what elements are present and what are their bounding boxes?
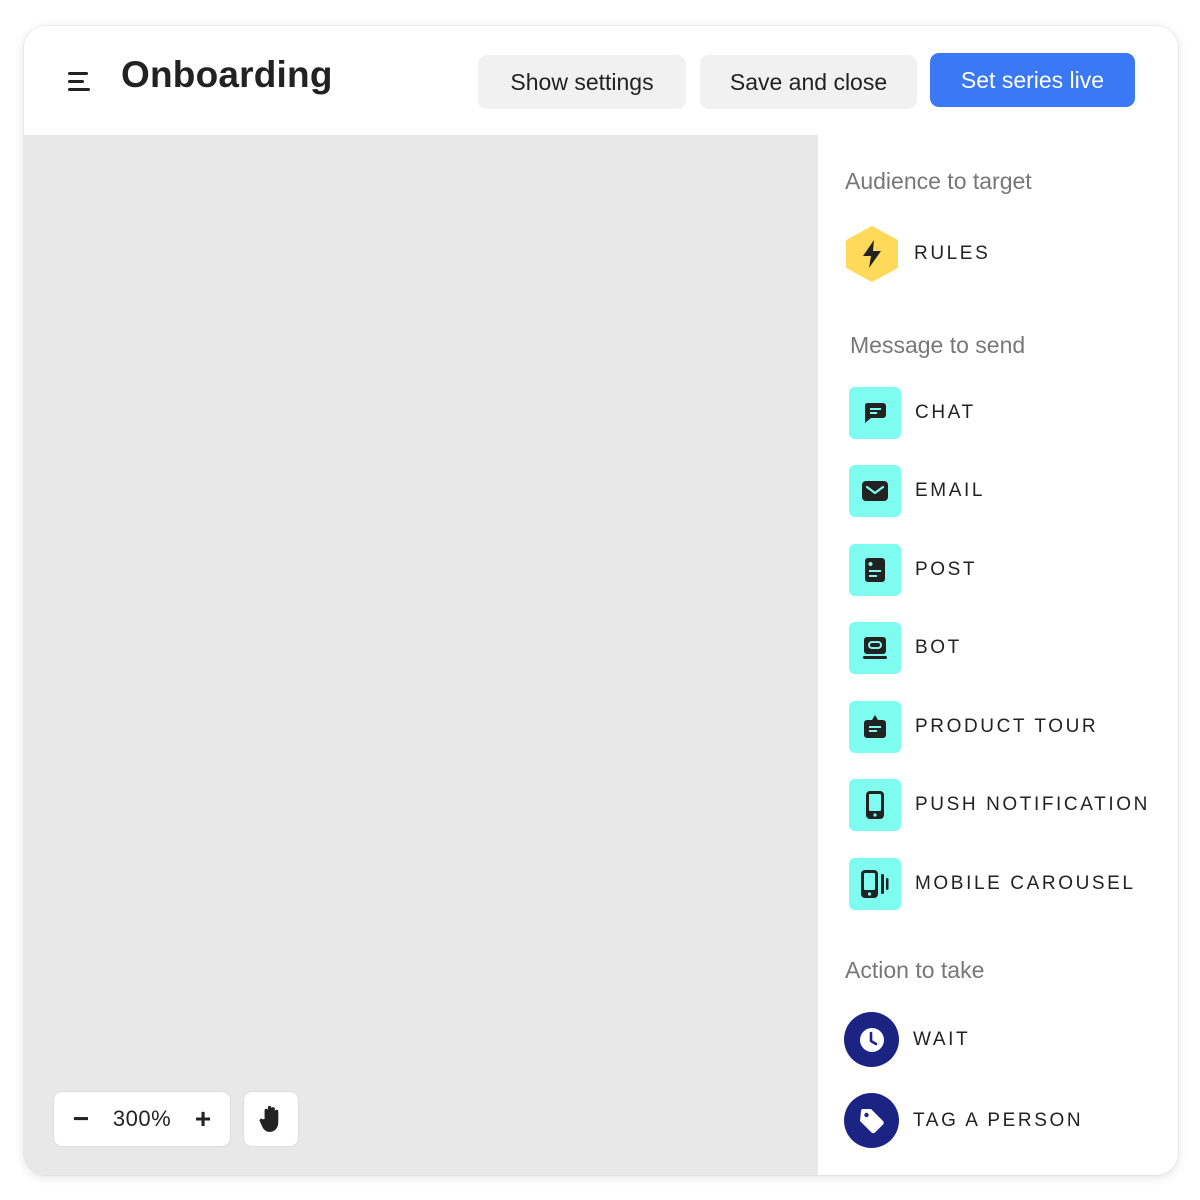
- canvas-area[interactable]: − 300% +: [24, 135, 818, 1175]
- lightning-bolt-icon: [863, 240, 881, 268]
- push-notification-tile: [849, 779, 901, 831]
- item-label: EMAIL: [915, 480, 986, 501]
- bot-icon: [863, 637, 887, 659]
- mobile-carousel-tile: [849, 858, 901, 910]
- save-and-close-button[interactable]: Save and close: [700, 55, 917, 109]
- post-icon: [865, 558, 885, 582]
- mobile-carousel-icon: [861, 870, 889, 898]
- audience-section-title: Audience to target: [845, 168, 1032, 194]
- envelope-icon: [862, 481, 888, 501]
- item-label: POST: [915, 559, 978, 580]
- item-rules[interactable]: RULES: [844, 224, 990, 284]
- item-bot[interactable]: BOT: [849, 622, 962, 674]
- action-section-title: Action to take: [845, 957, 985, 983]
- product-tour-icon: [864, 715, 886, 738]
- sidebar: Audience to target RULES Message to send: [818, 135, 1178, 1175]
- bot-tile: [849, 622, 901, 674]
- app-window: Onboarding Show settings Save and close …: [24, 26, 1178, 1175]
- chat-tile: [849, 387, 901, 439]
- rules-tile: [844, 224, 900, 284]
- item-label: WAIT: [913, 1028, 971, 1050]
- product-tour-tile: [849, 701, 901, 753]
- page-title: Onboarding: [121, 54, 333, 95]
- header: Onboarding Show settings Save and close …: [24, 26, 1178, 135]
- item-label: PRODUCT TOUR: [915, 716, 1099, 737]
- item-label: PUSH NOTIFICATION: [915, 794, 1150, 815]
- item-push-notification[interactable]: PUSH NOTIFICATION: [849, 779, 1150, 831]
- item-label: BOT: [915, 637, 962, 658]
- tag-tile: [844, 1093, 899, 1148]
- hand-pan-icon: [259, 1106, 279, 1132]
- item-label: RULES: [914, 243, 991, 264]
- item-mobile-carousel[interactable]: MOBILE CAROUSEL: [849, 858, 1136, 910]
- pan-tool-button[interactable]: [244, 1092, 298, 1146]
- post-tile: [849, 544, 901, 596]
- mobile-phone-icon: [866, 791, 884, 819]
- item-label: MOBILE CAROUSEL: [915, 873, 1136, 894]
- item-email[interactable]: EMAIL: [849, 465, 985, 517]
- wait-tile: [844, 1012, 899, 1067]
- item-post[interactable]: POST: [849, 544, 977, 596]
- email-tile: [849, 465, 901, 517]
- message-section-title: Message to send: [850, 332, 1026, 358]
- item-tag-a-person[interactable]: TAG A PERSON: [844, 1093, 1083, 1148]
- item-label: CHAT: [915, 402, 976, 423]
- clock-icon: [859, 1027, 884, 1052]
- chat-bubble-icon: [864, 403, 886, 423]
- show-settings-button[interactable]: Show settings: [478, 55, 686, 109]
- item-chat[interactable]: CHAT: [849, 387, 976, 439]
- zoom-out-button[interactable]: −: [70, 1105, 92, 1133]
- item-label: TAG A PERSON: [913, 1109, 1084, 1131]
- item-product-tour[interactable]: PRODUCT TOUR: [849, 701, 1098, 753]
- zoom-in-button[interactable]: +: [192, 1105, 214, 1133]
- zoom-level: 300%: [112, 1106, 172, 1131]
- set-series-live-button[interactable]: Set series live: [930, 53, 1135, 107]
- menu-button[interactable]: [64, 66, 94, 96]
- zoom-control: − 300% +: [54, 1092, 230, 1146]
- tag-icon: [859, 1108, 884, 1133]
- item-wait[interactable]: WAIT: [844, 1012, 970, 1067]
